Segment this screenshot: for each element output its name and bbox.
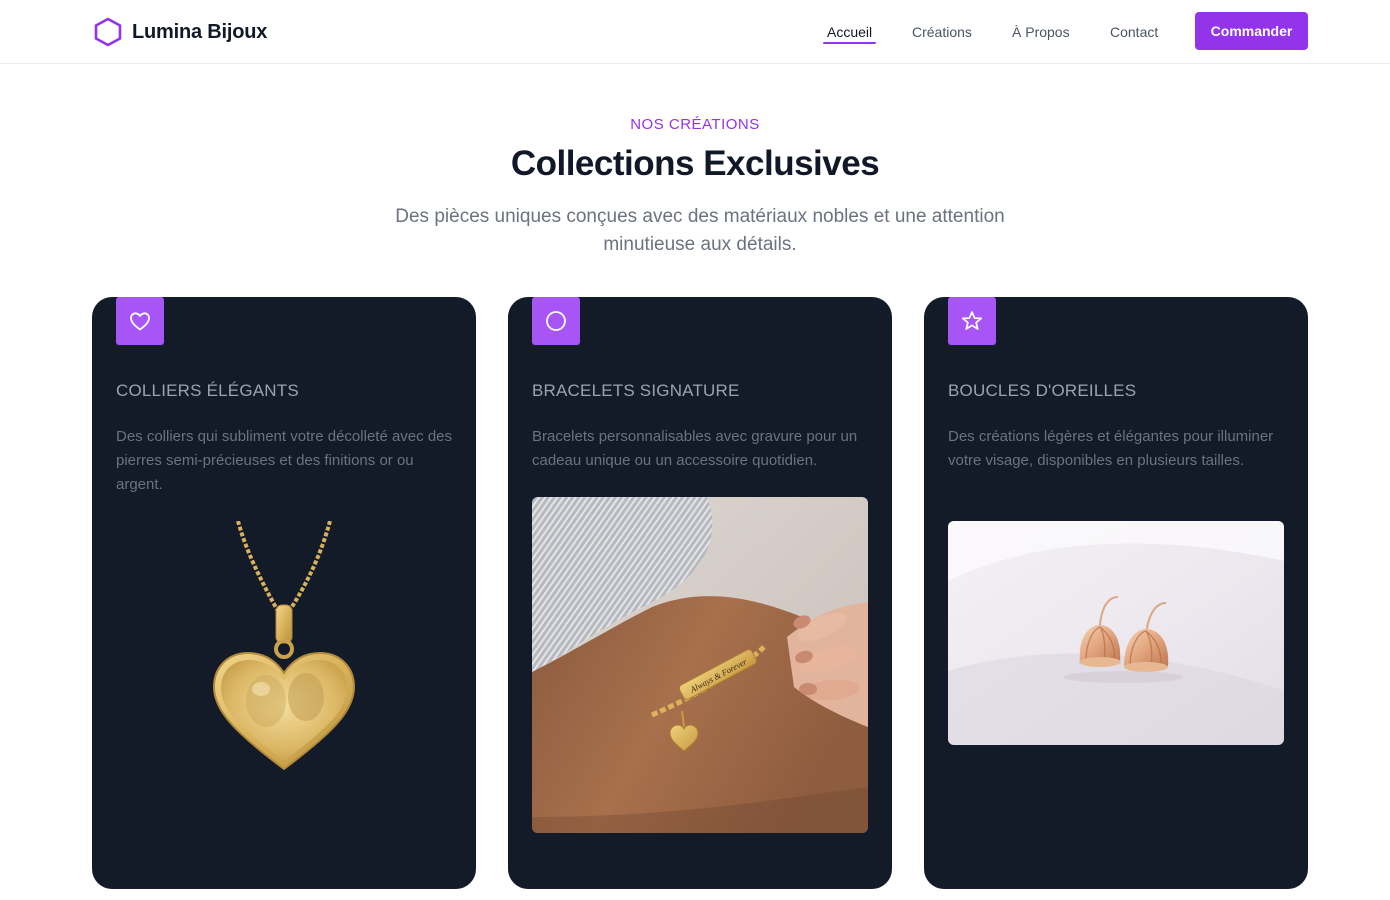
star-icon [961,311,983,330]
main-nav: Accueil Créations À Propos Contact [0,0,1390,64]
earrings-image [948,521,1284,745]
heart-pendant-illustration [212,521,356,771]
active-nav-indicator [823,42,876,44]
collection-card-boucles[interactable]: Boucles d'Oreilles Des créations légères… [924,297,1308,889]
heart-icon [130,312,150,331]
card-title: Bracelets Signature [532,381,740,400]
circle-icon [546,311,566,331]
collection-card-colliers[interactable]: Colliers Élégants Des colliers qui subli… [92,297,476,889]
section-eyebrow: Nos Créations [630,116,760,133]
nav-link-a-propos[interactable]: À Propos [1012,24,1070,40]
card-icon-badge [532,297,580,345]
nav-link-creations[interactable]: Créations [912,24,972,40]
nav-link-accueil[interactable]: Accueil [827,24,872,40]
card-title: Colliers Élégants [116,381,299,400]
card-description: Des colliers qui subliment votre décolle… [116,428,452,493]
card-icon-badge [948,297,996,345]
card-description: Bracelets personnalisables avec gravure … [532,428,858,469]
necklace-image [116,521,452,771]
card-description: Des créations légères et élégantes pour … [948,428,1274,469]
section-title: Collections Exclusives [510,144,880,183]
earrings-illustration [948,521,1284,745]
card-title: Boucles d'Oreilles [948,381,1137,400]
bracelet-image: Always & Forever [532,497,868,833]
nav-link-contact[interactable]: Contact [1110,24,1158,40]
bracelet-on-wrist-illustration: Always & Forever [532,497,868,833]
section-subtitle: Des pièces uniques conçues avec des maté… [395,206,1005,255]
card-icon-badge [116,297,164,345]
collection-card-bracelets[interactable]: Bracelets Signature Bracelets personnali… [508,297,892,889]
order-button[interactable]: Commander [1195,12,1308,50]
site-header: Lumina Bijoux Accueil Créations À Propos… [0,0,1390,64]
